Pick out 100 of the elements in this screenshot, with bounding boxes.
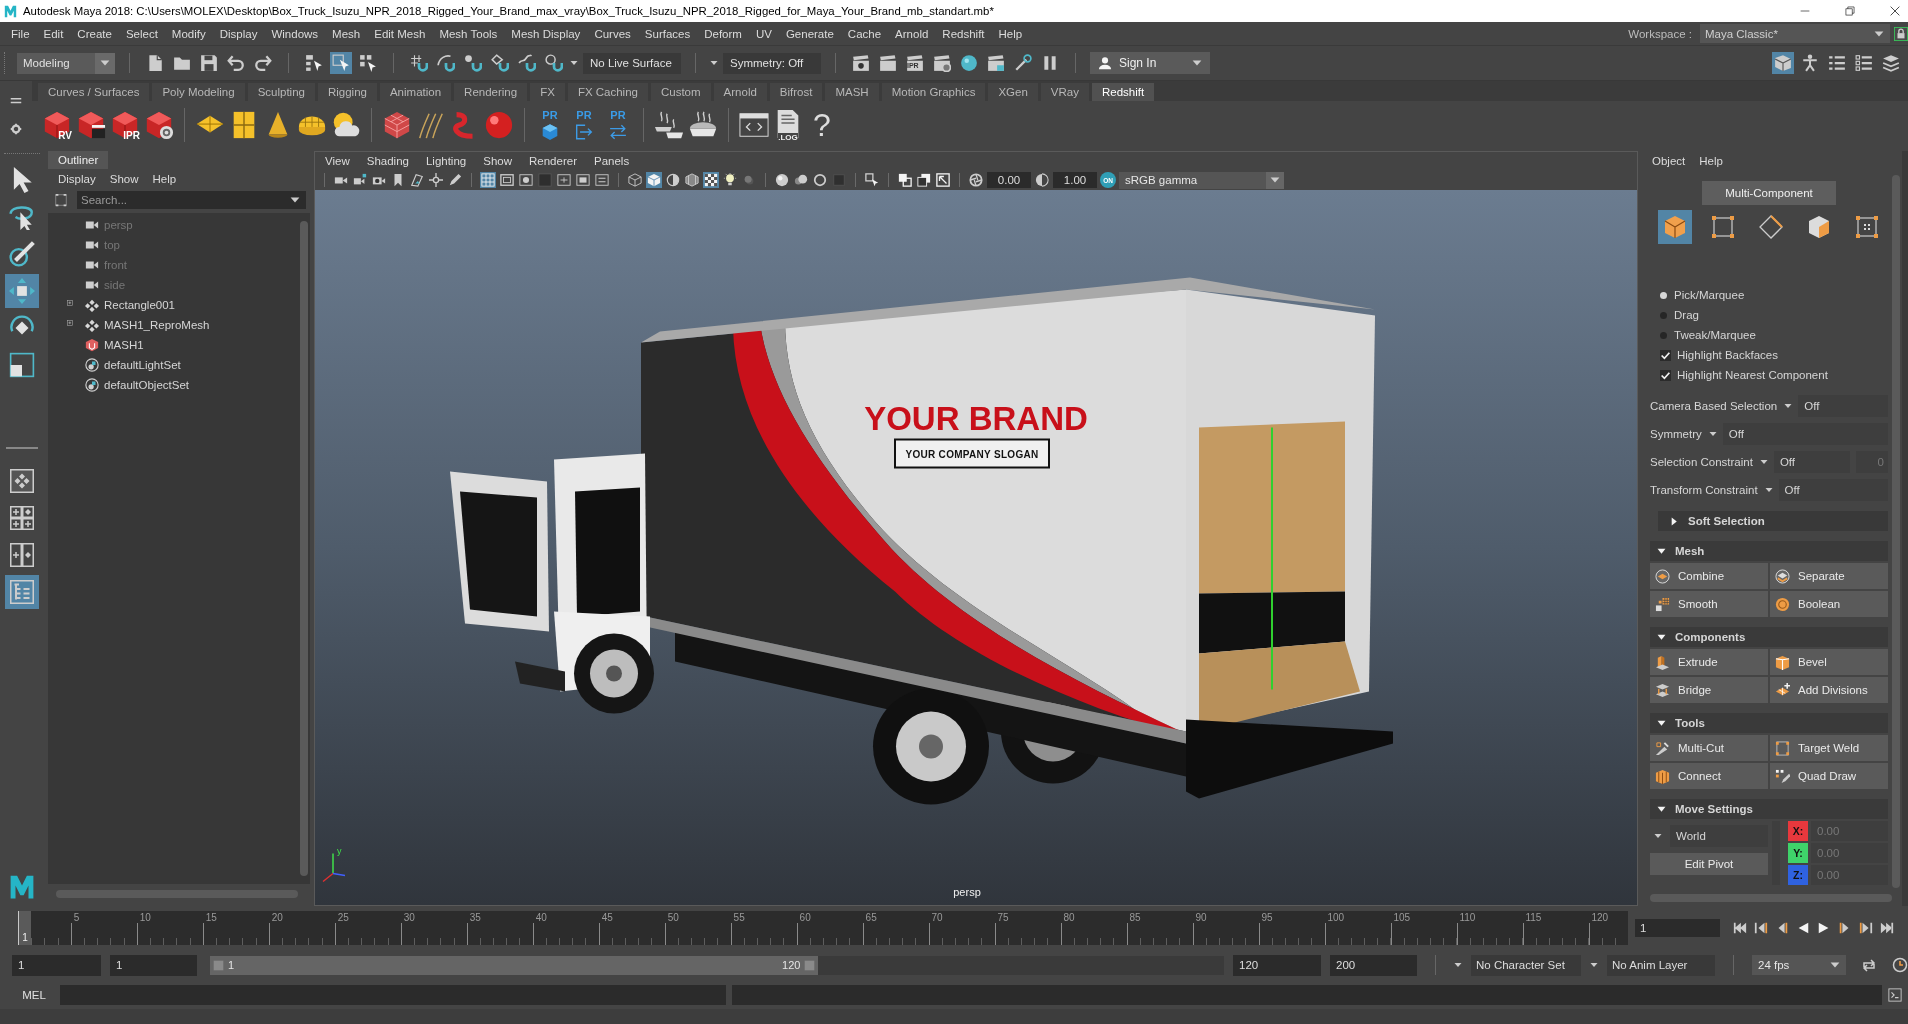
shelf-tab[interactable]: FX Caching [567,83,648,101]
menu-item[interactable]: Shading [366,155,409,167]
radio-option[interactable]: Tweak/Marquee [1660,325,1756,345]
live-surface-field[interactable]: No Live Surface [583,52,681,74]
caret-icon[interactable] [570,59,578,67]
space-dropdown[interactable]: World [1670,825,1768,847]
playhead[interactable]: 1 [18,910,31,945]
wireframe-cube-icon[interactable] [627,172,643,188]
image-plane-icon[interactable] [409,172,425,188]
tool-button[interactable]: Quad Draw [1770,763,1888,789]
tool-button[interactable]: Bevel [1770,649,1888,675]
option-menu[interactable]: Camera Based Selection [1650,400,1793,412]
handle-icon[interactable] [804,959,816,971]
dashed-square-icon[interactable] [54,193,68,207]
shelf-tab[interactable]: FX [530,83,565,101]
option-menu[interactable]: Symmetry [1650,428,1717,440]
menu-item[interactable]: Lighting [425,155,467,167]
menu-item[interactable]: Help [991,27,1030,40]
workspace-dropdown[interactable]: Maya Classic* [1700,24,1890,43]
step-forward-key-icon[interactable] [1859,920,1873,935]
panel-tab[interactable]: Outliner [48,151,109,169]
fps-dropdown[interactable]: 24 fps [1752,955,1846,975]
tool-button[interactable]: Boolean [1770,591,1888,617]
value-field[interactable]: Off [1778,479,1888,501]
scrollbar[interactable] [300,221,308,876]
caret-icon[interactable] [1654,832,1662,840]
clapper-gear-icon[interactable] [931,52,953,74]
loop-icon[interactable] [1861,957,1877,973]
frame-plus-icon[interactable] [556,172,572,188]
surface-magnet-icon[interactable] [516,52,538,74]
save-icon[interactable] [198,52,220,74]
menu-item[interactable]: Display [58,173,96,185]
shelf-tab[interactable]: Sculpting [247,83,315,101]
safe-frame-icon[interactable] [575,172,591,188]
tool-button[interactable]: Bridge [1650,677,1768,703]
section-header[interactable]: Components [1650,627,1888,647]
value-field[interactable]: Off [1773,451,1850,473]
layers-icon[interactable] [1880,52,1902,74]
clock-icon[interactable] [1892,957,1908,973]
frame-arrow-icon[interactable] [935,172,951,188]
menu-item[interactable]: Modify [164,27,213,40]
shelf-tab[interactable]: Curves / Surfaces [38,83,150,101]
lined-frame-icon[interactable] [594,172,610,188]
symmetry-field[interactable]: Symmetry: Off [723,52,821,74]
exposure-field[interactable]: 0.00 [987,172,1031,188]
strands-icon[interactable] [416,110,446,140]
section-header[interactable]: Tools [1650,713,1888,733]
skip-to-end-icon[interactable] [1880,920,1894,935]
shelf-tab[interactable]: Rendering [454,83,528,101]
tool-button[interactable]: Multi-Cut [1650,735,1768,761]
checkbox-option[interactable]: Highlight Backfaces [1660,345,1778,365]
striped-hexagon-icon[interactable] [684,172,700,188]
shelf-button[interactable]: IPR [110,105,140,145]
stacked-squares-icon[interactable] [916,172,932,188]
code-window-icon[interactable] [739,110,769,140]
section-header[interactable]: Move Settings [1650,799,1888,819]
section-header[interactable]: Soft Selection [1658,511,1888,531]
menu-item[interactable]: View [325,155,350,167]
animation-start-field[interactable]: 1 [12,954,101,976]
menu-item[interactable]: Windows [264,27,326,40]
checker-icon[interactable] [703,172,719,188]
shelf-button[interactable]: RV [42,105,72,145]
plane-magnet-icon[interactable] [489,52,511,74]
close-icon[interactable] [1890,6,1900,16]
tool-button[interactable]: Add Divisions [1770,677,1888,703]
outliner-item[interactable]: Rectangle001 [85,298,175,312]
option-menu[interactable]: Transform Constraint [1650,484,1773,496]
film-gate-icon[interactable] [499,172,515,188]
outliner-item[interactable]: MASH1 [85,338,144,352]
clapper-dot-icon[interactable] [850,52,872,74]
character-set-field[interactable]: No Character Set [1471,954,1581,976]
section-header[interactable]: Mesh [1650,541,1888,561]
search-field[interactable]: Search... [77,191,306,209]
shelf-tab[interactable]: VRay [1040,83,1089,101]
tool-button[interactable]: Target Weld [1770,735,1888,761]
menu-item[interactable]: Select [118,27,165,40]
point-magnet-icon[interactable] [462,52,484,74]
list-icon[interactable] [1853,52,1875,74]
clapper-icon[interactable] [877,52,899,74]
magnet-icon[interactable] [543,52,565,74]
shelf-tab[interactable]: XGen [988,83,1038,101]
multi-component-button[interactable]: Multi-Component [1702,181,1836,205]
gear-icon[interactable] [10,123,22,135]
menu-item[interactable]: Help [1699,155,1723,167]
aperture-icon[interactable] [968,172,984,188]
clapper-icon[interactable] [985,52,1007,74]
gamma-field[interactable]: 1.00 [1053,172,1097,188]
language-button[interactable]: MEL [14,985,54,1005]
shelf-tab[interactable]: Custom [650,83,711,101]
tool-button[interactable]: Smooth [1650,591,1768,617]
menu-item[interactable]: Object [1652,155,1686,167]
menu-item[interactable]: Edit Mesh [367,27,433,40]
value-field[interactable]: Off [1798,395,1888,417]
menu-set-dropdown[interactable]: Modeling [17,52,115,74]
cube-icon[interactable] [1772,52,1794,74]
menu-item[interactable]: Panels [593,155,630,167]
playback-start-field[interactable]: 1 [110,954,197,976]
shelf-tab[interactable]: Redshift [1091,83,1155,101]
menu-item[interactable]: Help [152,173,177,185]
skip-to-start-icon[interactable] [1733,920,1747,935]
